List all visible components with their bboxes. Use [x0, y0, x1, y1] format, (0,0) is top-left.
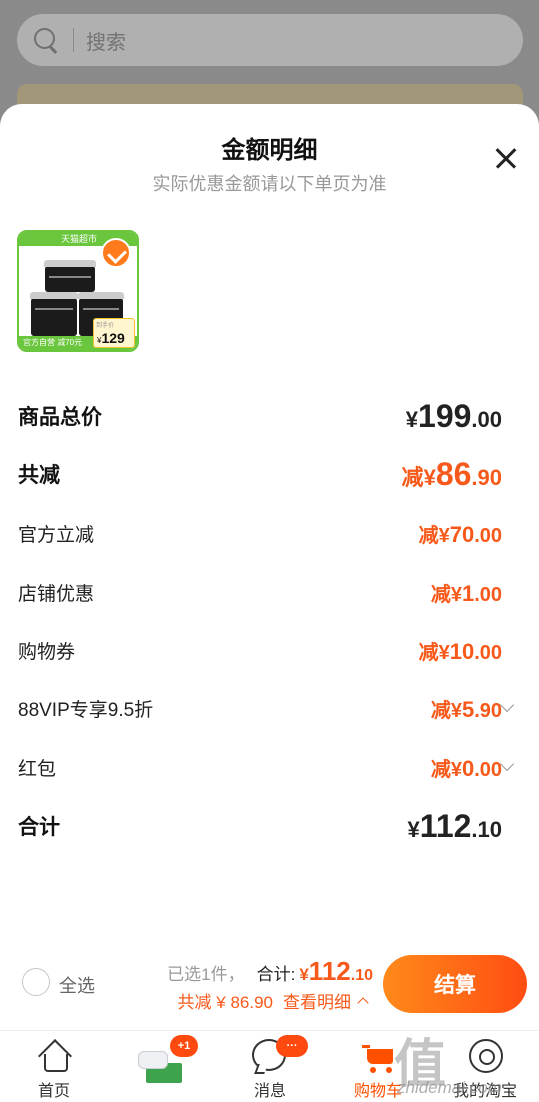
row-label: 商品总价	[18, 406, 102, 429]
search-placeholder: 搜索	[86, 31, 126, 54]
select-all-label[interactable]: 全选	[59, 972, 95, 998]
selected-count: 已选1件，	[167, 965, 245, 984]
discount-summary: 共减 ¥ 86.90	[177, 993, 273, 1012]
row-label: 88VIP专享9.5折	[18, 699, 154, 721]
product-thumbnail[interactable]: 天猫超市 官方自营 减70元 到手价 ¥129	[17, 230, 139, 352]
sheet-subtitle: 实际优惠金额请以下单页为准	[152, 174, 387, 194]
row-label: 红包	[18, 758, 57, 780]
tab-promo[interactable]: +1	[108, 1031, 216, 1102]
row-amount: 减 ¥1.00	[430, 580, 502, 606]
tab-home[interactable]: 首页	[0, 1031, 108, 1102]
chevron-up-icon[interactable]	[357, 997, 369, 1009]
product-jar	[30, 292, 78, 336]
tab-badge: +1	[170, 1035, 198, 1057]
row-label: 购物券	[18, 641, 76, 663]
row-amount: ¥199.00	[405, 397, 502, 434]
row-red-packet[interactable]: 红包 减 ¥0.00	[18, 749, 515, 785]
view-detail-link[interactable]: 查看明细	[283, 988, 351, 1013]
home-icon	[38, 1041, 70, 1072]
total-amount: ¥112.10	[299, 956, 373, 986]
row-amount: 减 ¥0.00	[430, 755, 502, 781]
product-price-tag: 到手价 ¥129	[93, 318, 135, 348]
tab-badge: ···	[276, 1035, 308, 1057]
row-official-discount: 官方立减 减 ¥70.00	[18, 515, 502, 551]
price-value: ¥129	[97, 330, 125, 346]
checkout-bar: 全选 已选1件， 合计: ¥112.10 共减 ¥ 86.90 查看明细 结算	[0, 950, 539, 1016]
row-label: 合计	[18, 816, 60, 839]
cart-icon	[362, 1043, 396, 1073]
price-detail-sheet: 金额明细 实际优惠金额请以下单页为准 天猫超市 官方自营 减70元 到手价 ¥1…	[0, 104, 539, 1030]
tab-messages[interactable]: ··· 消息	[216, 1031, 324, 1102]
row-88vip-discount[interactable]: 88VIP专享9.5折 减 ¥5.90	[18, 690, 515, 726]
row-store-discount: 店铺优惠 减 ¥1.00	[18, 574, 502, 610]
row-total-price: 商品总价 ¥199.00	[18, 398, 502, 434]
search-icon	[33, 27, 59, 53]
row-label: 官方立减	[18, 524, 95, 546]
close-icon[interactable]	[491, 144, 521, 174]
row-total-discount: 共减 减 ¥86.90	[18, 456, 502, 492]
row-shopping-coupon: 购物券 减 ¥10.00	[18, 632, 502, 668]
chevron-down-icon[interactable]	[499, 756, 515, 772]
product-jar	[44, 260, 96, 292]
row-amount: 减 ¥10.00	[418, 638, 502, 664]
row-amount: 减 ¥86.90	[401, 455, 502, 492]
row-amount: ¥112.10	[407, 807, 502, 844]
taobao-icon	[469, 1039, 503, 1073]
checkout-summary: 已选1件， 合计: ¥112.10	[167, 956, 373, 987]
price-caption: 到手价	[96, 323, 115, 329]
view-detail-toggle[interactable]: 共减 ¥ 86.90 查看明细	[177, 988, 369, 1013]
row-label: 店铺优惠	[18, 583, 95, 605]
chevron-down-icon[interactable]	[499, 697, 515, 713]
row-amount: 减 ¥70.00	[418, 521, 502, 547]
search-bar[interactable]: 搜索	[17, 14, 523, 66]
selected-check-icon[interactable]	[101, 238, 131, 268]
tab-label: 首页	[37, 1083, 70, 1100]
row-amount: 减 ¥5.90	[430, 696, 502, 722]
row-grand-total: 合计 ¥112.10	[18, 808, 502, 844]
watermark-url: zhidemai.com	[397, 1078, 502, 1097]
sheet-title: 金额明细	[221, 137, 318, 164]
checkout-button[interactable]: 结算	[383, 955, 527, 1013]
select-all-radio[interactable]	[22, 968, 50, 996]
row-label: 共减	[18, 464, 60, 487]
tab-label: 消息	[253, 1083, 286, 1100]
search-divider	[73, 28, 74, 52]
total-label: 合计:	[256, 965, 296, 984]
